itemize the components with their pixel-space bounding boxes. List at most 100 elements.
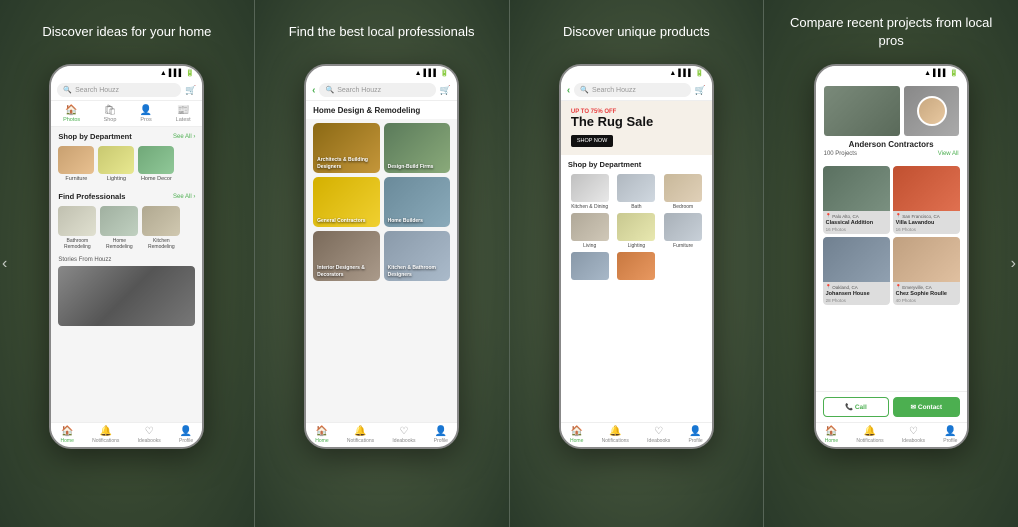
nav-tab-latest[interactable]: 📰 Latest <box>176 105 191 123</box>
bedroom-img <box>664 174 702 202</box>
bottom-nav-ideas-2[interactable]: ♡ Ideabooks <box>392 427 415 444</box>
bottom-nav-home-2[interactable]: 🏠 Home <box>315 427 328 444</box>
product-lighting[interactable]: Lighting <box>615 213 659 249</box>
stories-img[interactable] <box>58 266 195 326</box>
bottom-nav-profile-4[interactable]: 👤 Profile <box>943 427 957 444</box>
product-sofa[interactable] <box>615 252 659 282</box>
category-lighting[interactable]: Lighting <box>98 146 134 182</box>
bottom-nav-home-4[interactable]: 🏠 Home <box>825 427 838 444</box>
bottom-nav-profile-2[interactable]: 👤 Profile <box>434 427 448 444</box>
profile-label-2: Profile <box>434 438 448 444</box>
johansen-title: Johansen House <box>823 290 890 297</box>
product-tiles[interactable] <box>568 252 612 282</box>
scroll-right-arrow[interactable]: › <box>1011 255 1016 273</box>
product-bedroom[interactable]: Bedroom <box>661 174 705 210</box>
cart-icon-2[interactable]: 🛒 <box>440 85 451 96</box>
furniture-img <box>58 146 94 174</box>
cart-icon-1[interactable]: 🛒 <box>185 85 196 96</box>
search-input-2[interactable]: 🔍 Search Houzz <box>319 83 435 97</box>
profile-icon-1: 👤 <box>180 427 192 437</box>
bottom-nav-profile-3[interactable]: 👤 Profile <box>689 427 703 444</box>
find-pros-see-all[interactable]: See All › <box>173 194 195 200</box>
cat-design-build[interactable]: Design-Build Firms <box>384 123 451 173</box>
nav-tab-pros[interactable]: 👤 Pros <box>140 105 152 123</box>
cat-interior-designers[interactable]: Interior Designers & Decorators <box>313 231 380 281</box>
search-input-1[interactable]: 🔍 Search Houzz <box>57 83 181 97</box>
chez-photos: 40 Photos <box>893 297 960 305</box>
categories-list: Architects & Building Designers Design-B… <box>306 119 457 422</box>
home-label-1: Home <box>61 438 74 444</box>
nav-tab-shop[interactable]: 🛍 Shop <box>104 105 117 123</box>
status-bar-3: ▲ ▌▌▌ 🔋 <box>561 66 712 80</box>
bottom-nav-home-1[interactable]: 🏠 Home <box>61 427 74 444</box>
signal-icon: ▌▌▌ <box>169 70 184 77</box>
product-grid: Kitchen & Dining Bath Bedroom Livin <box>561 172 712 284</box>
call-button[interactable]: 📞 Call <box>823 397 890 417</box>
classical-img <box>823 166 890 211</box>
nav-tab-shop-label: Shop <box>104 117 117 123</box>
contractor-avatar <box>917 96 947 126</box>
notif-label-3: Notifications <box>602 438 629 444</box>
shop-dept-title: Shop by Department <box>58 132 131 141</box>
pro-kitchen[interactable]: KitchenRemodeling <box>142 206 180 250</box>
contact-button[interactable]: ✉ Contact <box>893 397 960 417</box>
bottom-nav-notif-4[interactable]: 🔔 Notifications <box>856 427 883 444</box>
classical-title: Classical Addition <box>823 219 890 226</box>
product-bath[interactable]: Bath <box>615 174 659 210</box>
nav-tabs-1: 🏠 Photos 🛍 Shop 👤 Pros 📰 Latest <box>51 101 202 127</box>
back-button-3[interactable]: ‹ <box>567 85 570 96</box>
search-input-3[interactable]: 🔍 Search Houzz <box>574 83 690 97</box>
cat-home-builders[interactable]: Home Builders <box>384 177 451 227</box>
scroll-left-arrow[interactable]: ‹ <box>2 255 7 273</box>
status-icons-2: ▲ ▌▌▌ 🔋 <box>415 69 450 77</box>
homeremodel-label: HomeRemodeling <box>106 238 133 250</box>
project-classical[interactable]: 📍 Palo Alto, CA Classical Addition 16 Ph… <box>823 166 890 234</box>
project-chez[interactable]: 📍 Emeryville, CA Chez Sophie Roulle 40 P… <box>893 237 960 305</box>
project-villa[interactable]: 📍 San Francisco, CA Villa Lavandou 16 Ph… <box>893 166 960 234</box>
find-pros-title: Find Professionals <box>58 192 125 201</box>
search-icon-3: 🔍 <box>580 86 589 94</box>
interior-designers-label: Interior Designers & Decorators <box>317 265 380 278</box>
cat-kitchen-designers[interactable]: Kitchen & Bathroom Designers <box>384 231 451 281</box>
view-all-link[interactable]: View All <box>938 151 959 157</box>
bottom-nav-ideas-1[interactable]: ♡ Ideabooks <box>138 427 161 444</box>
bottom-nav-ideas-3[interactable]: ♡ Ideabooks <box>647 427 670 444</box>
product-kitchen[interactable]: Kitchen & Dining <box>568 174 612 210</box>
profile-icon-3: 👤 <box>689 427 701 437</box>
battery-icon-3: 🔋 <box>695 69 704 77</box>
product-living[interactable]: Living <box>568 213 612 249</box>
promo-banner[interactable]: UP TO 75% OFF The Rug Sale SHOP NOW <box>561 101 712 155</box>
pro-bathroom[interactable]: BathroomRemodeling <box>58 206 96 250</box>
phone-2-inner: ▲ ▌▌▌ 🔋 ‹ 🔍 Search Houzz 🛒 Home Design &… <box>306 66 457 447</box>
bottom-nav-notif-1[interactable]: 🔔 Notifications <box>92 427 119 444</box>
shop-dept-see-all[interactable]: See All › <box>173 134 195 140</box>
promo-title: The Rug Sale <box>571 115 702 129</box>
cat-architects[interactable]: Architects & Building Designers <box>313 123 380 173</box>
category-homedecor[interactable]: Home Decor <box>138 146 174 182</box>
back-button-2[interactable]: ‹ <box>312 85 315 96</box>
status-icons-1: ▲ ▌▌▌ 🔋 <box>160 69 195 77</box>
home-icon-1: 🏠 <box>61 427 73 437</box>
panel-4-title: Compare recent projects from local pros <box>764 0 1018 60</box>
bottom-nav-ideas-4[interactable]: ♡ Ideabooks <box>902 427 925 444</box>
search-bar-1: 🔍 Search Houzz 🛒 <box>51 80 202 101</box>
prod-furniture-img <box>664 213 702 241</box>
bottom-nav-notif-2[interactable]: 🔔 Notifications <box>347 427 374 444</box>
cat-general-contractors[interactable]: General Contractors <box>313 177 380 227</box>
cart-icon-3[interactable]: 🛒 <box>695 85 706 96</box>
project-johansen[interactable]: 📍 Oakland, CA Johansen House 28 Photos <box>823 237 890 305</box>
phone-1-bottom-nav: 🏠 Home 🔔 Notifications ♡ Ideabooks 👤 Pro… <box>51 422 202 447</box>
bottom-nav-notif-3[interactable]: 🔔 Notifications <box>602 427 629 444</box>
shop-by-dept-title: Shop by Department <box>561 155 712 172</box>
panel-1-title: Discover ideas for your home <box>22 0 231 60</box>
profile-label-1: Profile <box>179 438 193 444</box>
category-furniture[interactable]: Furniture <box>58 146 94 182</box>
bottom-nav-home-3[interactable]: 🏠 Home <box>570 427 583 444</box>
nav-tab-photos[interactable]: 🏠 Photos <box>63 105 80 123</box>
product-furniture[interactable]: Furniture <box>661 213 705 249</box>
bottom-nav-profile-1[interactable]: 👤 Profile <box>179 427 193 444</box>
location-pin-3: 📍 <box>826 284 832 290</box>
pro-home[interactable]: HomeRemodeling <box>100 206 138 250</box>
battery-icon: 🔋 <box>186 69 195 77</box>
shop-now-button[interactable]: SHOP NOW <box>571 135 613 147</box>
